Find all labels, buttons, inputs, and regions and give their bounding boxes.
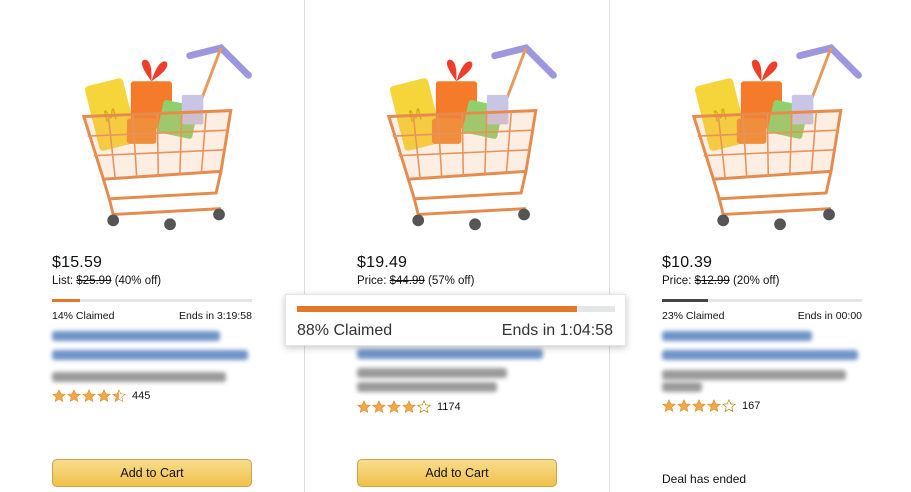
star-full-icon (67, 389, 81, 403)
list-price: $44.99 (389, 275, 425, 287)
star-rating[interactable]: 445 (52, 389, 150, 403)
claimed-text-large: 88% Claimed (297, 322, 393, 339)
deal-card-3: $10.39 Price: $12.99 (20% off) 23% Claim… (610, 0, 911, 492)
claimed-progress-bar (662, 299, 862, 302)
list-price-label: Price: (662, 275, 692, 287)
product-subtitle (357, 368, 507, 378)
review-count[interactable]: 167 (742, 400, 760, 412)
deal-timer-large: Ends in 1:04:58 (501, 322, 613, 339)
list-price: $25.99 (76, 275, 112, 287)
claimed-status-zoom-callout: 88% Claimed Ends in 1:04:58 (285, 294, 626, 346)
star-empty-icon (722, 399, 736, 413)
shopping-cart-icon[interactable] (74, 40, 270, 240)
deal-card-2: $19.49 Price: $44.99 (57% off) 1174 Add … (305, 0, 610, 492)
list-price: $12.99 (694, 275, 730, 287)
star-half-icon (112, 389, 126, 403)
review-count[interactable]: 445 (132, 390, 150, 402)
product-subtitle (662, 370, 846, 380)
claimed-text: 14% Claimed (52, 310, 115, 322)
deal-card-1: $15.59 List: $25.99 (40% off) 14% Claime… (0, 0, 305, 492)
product-subtitle-line-2 (662, 382, 702, 392)
star-full-icon (677, 399, 691, 413)
star-full-icon (52, 389, 66, 403)
star-empty-icon (417, 400, 431, 414)
deal-price: $10.39 (662, 254, 713, 271)
star-full-icon (692, 399, 706, 413)
star-full-icon (387, 400, 401, 414)
discount-percent: (57% off) (428, 275, 475, 287)
deal-price: $15.59 (52, 254, 103, 271)
star-rating[interactable]: 167 (662, 399, 760, 413)
star-full-icon (97, 389, 111, 403)
product-title-link[interactable] (662, 331, 812, 341)
star-full-icon (357, 400, 371, 414)
claimed-text: 23% Claimed (662, 310, 725, 322)
list-price-label: List: (52, 275, 74, 287)
star-full-icon (707, 399, 721, 413)
deal-timer: Ends in 3:19:58 (179, 310, 252, 322)
list-price-line: Price: $12.99 (20% off) (662, 275, 779, 287)
claim-row: 23% Claimed Ends in 00:00 (662, 310, 862, 322)
deal-price: $19.49 (357, 254, 408, 271)
product-title-link-line-2[interactable] (52, 350, 248, 360)
add-to-cart-button[interactable]: Add to Cart (52, 459, 252, 487)
discount-percent: (20% off) (733, 275, 780, 287)
list-price-line: Price: $44.99 (57% off) (357, 275, 474, 287)
product-title-link[interactable] (357, 349, 543, 359)
claimed-progress-bar-large (297, 306, 615, 312)
product-title-link-line-2[interactable] (662, 350, 858, 360)
claimed-progress-fill (662, 299, 708, 302)
star-full-icon (372, 400, 386, 414)
star-full-icon (82, 389, 96, 403)
star-full-icon (402, 400, 416, 414)
list-price-label: Price: (357, 275, 387, 287)
claimed-progress-fill-large (297, 306, 577, 312)
shopping-cart-icon[interactable] (684, 40, 880, 240)
product-title-link[interactable] (52, 331, 220, 341)
product-subtitle-line-2 (357, 382, 497, 392)
review-count[interactable]: 1174 (437, 401, 461, 413)
product-subtitle (52, 372, 226, 382)
deal-ended-status: Deal has ended (662, 472, 747, 486)
claim-row: 14% Claimed Ends in 3:19:58 (52, 310, 252, 322)
shopping-cart-icon[interactable] (379, 40, 575, 240)
list-price-line: List: $25.99 (40% off) (52, 275, 161, 287)
discount-percent: (40% off) (114, 275, 162, 287)
star-rating[interactable]: 1174 (357, 400, 461, 414)
claimed-progress-bar (52, 299, 252, 302)
star-full-icon (662, 399, 676, 413)
claimed-progress-fill (52, 299, 80, 302)
add-to-cart-button[interactable]: Add to Cart (357, 459, 557, 487)
deal-timer: Ends in 00:00 (797, 310, 862, 322)
